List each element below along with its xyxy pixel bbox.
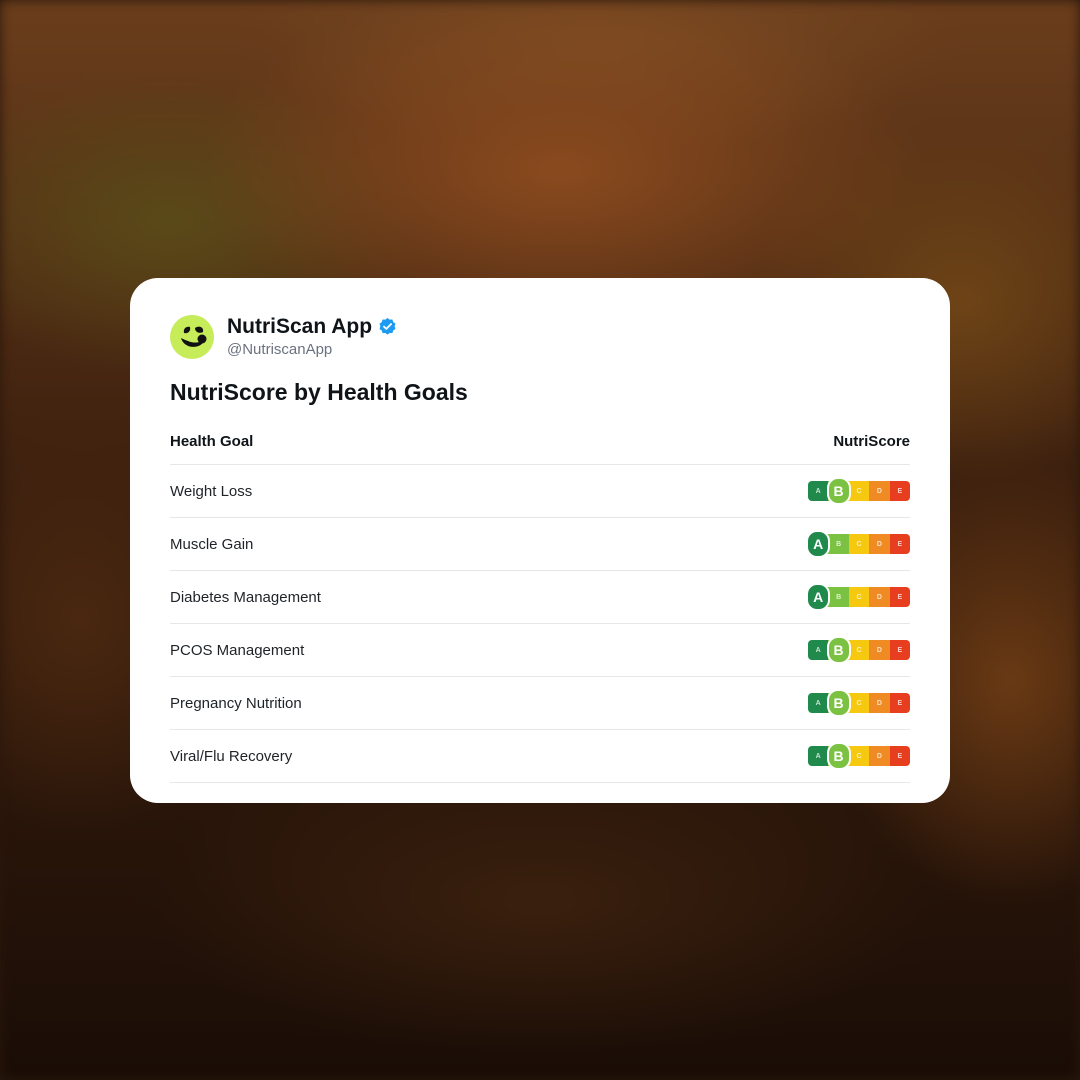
grade-segment-e: E <box>889 693 910 713</box>
table-row: Pregnancy Nutrition ABCDEB <box>170 677 910 730</box>
author-handle[interactable]: @NutriscanApp <box>227 340 397 360</box>
post-title: NutriScore by Health Goals <box>170 379 468 405</box>
nutriscore-badge: ABCDEA <box>806 583 910 611</box>
grade-segment-a: A <box>808 640 829 660</box>
table-row: Viral/Flu Recovery ABCDEB <box>170 730 910 783</box>
nutriscore-scale: ABCDE <box>808 693 910 713</box>
nutriscore-scale: ABCDE <box>808 746 910 766</box>
selected-grade-pill: B <box>826 689 851 717</box>
post-card: NutriScan App @NutriscanApp NutriScore b… <box>130 278 950 803</box>
health-goal-label: Diabetes Management <box>170 588 321 606</box>
header-nutriscore: NutriScore <box>833 433 910 450</box>
grade-segment-d: D <box>869 640 890 660</box>
grade-segment-d: D <box>869 481 890 501</box>
grade-segment-c: C <box>848 693 870 713</box>
grade-segment-d: D <box>869 746 890 766</box>
author-name-row: NutriScan App <box>227 315 397 339</box>
grade-segment-a: A <box>808 481 829 501</box>
health-goal-label: Muscle Gain <box>170 535 254 553</box>
grade-segment-d: D <box>869 693 890 713</box>
header-health-goal: Health Goal <box>170 433 254 450</box>
table-row: Muscle GainABCDEA <box>170 518 910 571</box>
selected-grade-pill: A <box>806 583 831 611</box>
nutriscore-table: Health Goal NutriScore Weight LossABCDEB… <box>170 423 910 783</box>
nutriscore-badge: ABCDEB <box>808 689 910 717</box>
table-header-row: Health Goal NutriScore <box>170 423 910 465</box>
grade-segment-b: B <box>828 534 849 554</box>
grade-segment-c: C <box>848 640 870 660</box>
nutriscore-scale: ABCDE <box>808 640 910 660</box>
health-goal-label: Weight Loss <box>170 482 253 500</box>
table-body: Weight LossABCDEBMuscle GainABCDEADiabet… <box>170 465 910 783</box>
grade-segment-e: E <box>889 640 910 660</box>
verified-badge-icon <box>379 317 396 335</box>
selected-grade-pill: A <box>806 530 831 558</box>
grade-segment-c: C <box>848 534 870 554</box>
table-row: Diabetes ManagementABCDEA <box>170 571 910 624</box>
grade-segment-b: B <box>828 587 849 607</box>
table-row: PCOS Management ABCDEB <box>170 624 910 677</box>
author-name[interactable]: NutriScan App <box>227 315 372 339</box>
nutriscore-badge: ABCDEB <box>808 477 910 505</box>
grade-segment-e: E <box>889 481 910 501</box>
grade-segment-c: C <box>848 746 870 766</box>
health-goal-label: PCOS Management <box>170 641 305 659</box>
nutriscore-badge: ABCDEB <box>808 742 910 770</box>
health-goal-label: Pregnancy Nutrition <box>170 694 302 712</box>
grade-segment-a: A <box>808 693 829 713</box>
selected-grade-pill: B <box>826 742 851 770</box>
avatar[interactable] <box>170 315 214 359</box>
grade-segment-e: E <box>889 534 910 554</box>
leaf-smile-logo-icon <box>181 326 207 347</box>
health-goal-label: Viral/Flu Recovery <box>170 747 293 765</box>
nutriscore-scale: ABCDE <box>808 481 910 501</box>
post-header: NutriScan App @NutriscanApp <box>170 314 910 360</box>
grade-segment-e: E <box>889 746 910 766</box>
grade-segment-e: E <box>889 587 910 607</box>
grade-segment-d: D <box>869 587 890 607</box>
grade-segment-c: C <box>848 481 870 501</box>
nutriscore-badge: ABCDEB <box>808 636 910 664</box>
selected-grade-pill: B <box>826 636 851 664</box>
table-row: Weight Loss ABCDEB <box>170 465 910 518</box>
grade-segment-c: C <box>848 587 870 607</box>
grade-segment-d: D <box>869 534 890 554</box>
nutriscore-badge: ABCDEA <box>806 530 910 558</box>
author-identity: NutriScan App @NutriscanApp <box>227 315 397 360</box>
grade-segment-a: A <box>808 746 829 766</box>
selected-grade-pill: B <box>826 477 851 505</box>
